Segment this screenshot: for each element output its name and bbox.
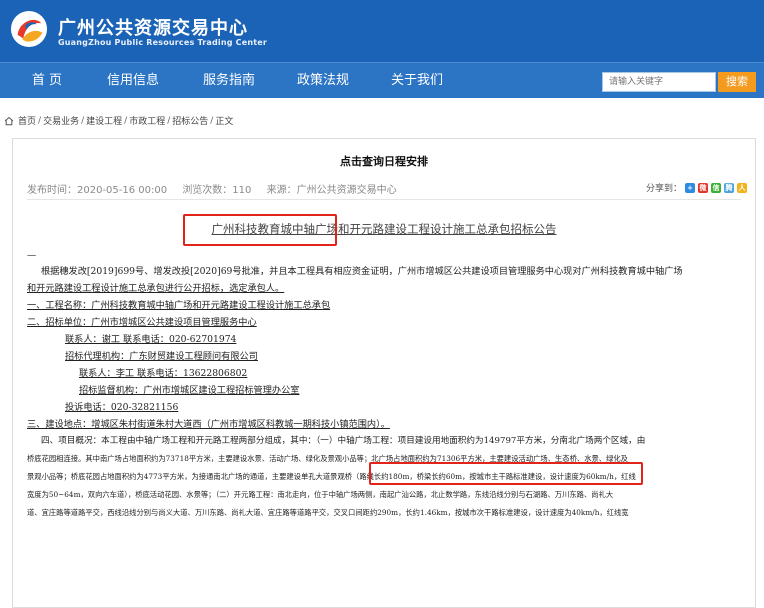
nav-item-service-guide[interactable]: 服务指南 [196, 63, 262, 99]
supervision-line: 招标监督机构：广州市增城区建设工程招标管理办公室 [79, 385, 300, 396]
site-logo-icon[interactable] [10, 10, 48, 48]
weibo-icon[interactable]: 微 [698, 182, 708, 193]
area-highlight-box [369, 462, 643, 485]
share-bar: 分享到： + 微 信 腾 人 [646, 181, 747, 194]
site-header: 广州公共资源交易中心 GuangZhou Public Resources Tr… [0, 0, 764, 62]
site-subtitle: GuangZhou Public Resources Trading Cente… [58, 38, 268, 47]
nav-item-policy[interactable]: 政策法规 [290, 63, 356, 99]
search-button[interactable]: 搜索 [718, 72, 756, 92]
nav-item-about[interactable]: 关于我们 [384, 63, 450, 99]
share-label: 分享到： [645, 184, 682, 194]
complaint-phone-line: 投诉电话：020-32821156 [65, 402, 179, 413]
dash-line: — [27, 250, 37, 261]
overview-line-4: 宽度为50~64m，双向六车道），桥底活动花园、水景等；（二）开元路工程：南北走… [27, 490, 614, 499]
breadcrumb-home[interactable]: 首页 [18, 114, 36, 127]
site-title[interactable]: 广州公共资源交易中心 [58, 14, 248, 40]
tender-unit-line: 二、招标单位：广州市增城区公共建设项目管理服务中心 [27, 317, 257, 328]
breadcrumb-trading[interactable]: 交易业务 [43, 114, 79, 127]
search-input[interactable] [602, 72, 716, 92]
renren-icon[interactable]: 人 [737, 182, 747, 193]
breadcrumb-current: 正文 [215, 117, 234, 127]
document-title: 广州科技教育城中轴广场和开元路建设工程设计施工总承包招标公告 [211, 222, 557, 236]
breadcrumb-municipal[interactable]: 市政工程 [129, 114, 165, 127]
contact-2-line: 联系人：李工 联系电话：13622806802 [79, 368, 248, 379]
breadcrumb-construction[interactable]: 建设工程 [86, 114, 122, 127]
overview-line: 四、项目概况：本工程由中轴广场工程和开元路工程两部分组成，其中：（一）中轴广场工… [41, 436, 646, 446]
meta-divider [27, 199, 741, 200]
publish-time: 发布时间：2020-05-16 00:00 [27, 185, 168, 196]
title-highlight-box [183, 214, 337, 246]
article-source: 来源：广州公共资源交易中心 [266, 185, 397, 196]
view-count: 浏览次数：110 [182, 185, 252, 196]
breadcrumb-tender-notice[interactable]: 招标公告 [172, 114, 208, 127]
schedule-link[interactable]: 点击查询日程安排 [13, 153, 755, 169]
qzone-icon[interactable]: + [685, 182, 695, 193]
nav-item-credit[interactable]: 信用信息 [100, 63, 166, 99]
article-panel: 点击查询日程安排 发布时间：2020-05-16 00:00 浏览次数：110 … [12, 138, 756, 608]
main-nav: 首 页 信用信息 服务指南 政策法规 关于我们 搜索 [0, 62, 764, 98]
contact-1-line: 联系人：谢工 联系电话：020-62701974 [65, 334, 237, 345]
breadcrumb: 首页 / 交易业务 / 建设工程 / 市政工程 / 招标公告 / 正文 [4, 114, 233, 127]
tencent-weibo-icon[interactable]: 腾 [724, 182, 734, 193]
agency-line: 招标代理机构：广东财贸建设工程顾问有限公司 [65, 351, 258, 362]
home-icon [4, 116, 14, 125]
wechat-icon[interactable]: 信 [711, 182, 721, 193]
body-line-2: 和开元路建设工程设计施工总承包进行公开招标，选定承包人。 [27, 283, 285, 294]
location-line: 三、建设地点：增城区朱村街道朱村大道西（广州市增城区科教城一期科技小镇范围内）。 [27, 419, 390, 430]
overview-line-5: 道、宜庄路等道路平交，西线沿线分别与尚义大道、万川东路、尚礼大道、宜庄路等道路平… [27, 508, 629, 517]
article-meta: 发布时间：2020-05-16 00:00 浏览次数：110 来源：广州公共资源… [27, 181, 409, 196]
nav-item-home[interactable]: 首 页 [18, 63, 76, 99]
body-line-1: 根据穗发改[2019]699号、增发改投[2020]69号批准，并且本工程具有相… [41, 266, 683, 277]
project-name-line: 一、工程名称：广州科技教育城中轴广场和开元路建设工程设计施工总承包 [27, 300, 331, 311]
